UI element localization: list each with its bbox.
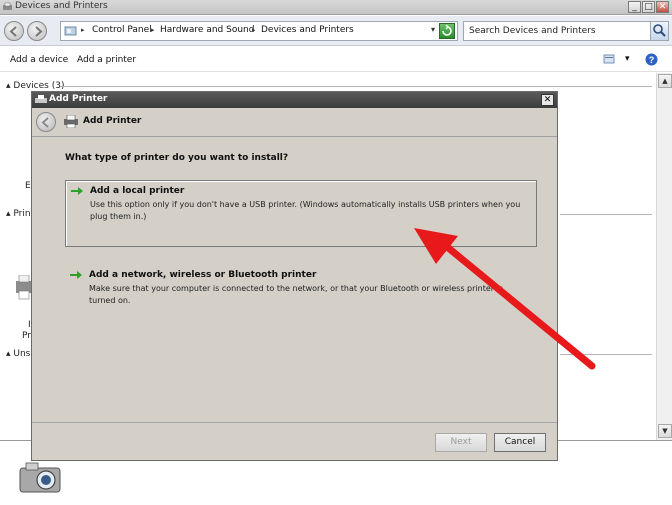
dialog-close-button[interactable]: ✕ xyxy=(541,94,554,106)
option-description: Make sure that your computer is connecte… xyxy=(89,284,503,305)
camera-device-icon xyxy=(19,462,61,493)
header-divider xyxy=(32,136,557,137)
scroll-down-button[interactable]: ▼ xyxy=(658,424,672,438)
chevron-right-icon: ▸ xyxy=(151,26,155,34)
command-bar: Add a device Add a printer ▾ ? xyxy=(0,47,672,72)
add-a-printer-button[interactable]: Add a printer xyxy=(77,55,136,65)
option-title: Add a local printer xyxy=(90,186,185,196)
green-arrow-icon xyxy=(71,187,83,195)
printer-icon xyxy=(64,115,78,128)
group-unspecified-label: Uns xyxy=(13,349,31,359)
printer-icon xyxy=(35,95,47,103)
group-printers-header[interactable]: ▴ Prin xyxy=(6,209,31,219)
group-divider xyxy=(560,354,652,355)
minimize-button[interactable]: _ xyxy=(628,1,641,13)
forward-button[interactable] xyxy=(27,21,47,41)
control-panel-icon xyxy=(64,26,77,36)
svg-text:?: ? xyxy=(649,55,655,65)
back-arrow-icon xyxy=(41,117,49,128)
add-a-device-button[interactable]: Add a device xyxy=(10,55,68,65)
search-placeholder: Search Devices and Printers xyxy=(469,26,596,36)
next-button[interactable]: Next xyxy=(435,433,487,452)
maximize-button[interactable]: □ xyxy=(642,1,655,13)
forward-arrow-icon xyxy=(35,26,43,37)
help-icon[interactable]: ? xyxy=(645,53,658,66)
breadcrumb-control-panel[interactable]: Control Panel xyxy=(92,25,152,35)
wizard-header: Add Printer xyxy=(32,108,557,136)
group-unspecified-header[interactable]: ▴ Uns xyxy=(6,349,30,359)
refresh-button[interactable] xyxy=(439,23,455,39)
back-button[interactable] xyxy=(4,21,24,41)
printer-device-icon[interactable] xyxy=(16,275,32,301)
dialog-title: Add Printer xyxy=(49,94,108,104)
devices-printers-icon xyxy=(3,2,12,10)
wizard-back-button[interactable] xyxy=(36,112,56,132)
vertical-scrollbar[interactable]: ▲ ▼ xyxy=(656,73,672,440)
group-divider xyxy=(560,214,652,215)
search-input[interactable]: Search Devices and Printers xyxy=(463,21,669,41)
footer-divider xyxy=(32,422,557,423)
breadcrumb-devices-and-printers[interactable]: Devices and Printers xyxy=(261,25,354,35)
breadcrumb-hardware-and-sound[interactable]: Hardware and Sound xyxy=(160,25,254,35)
option-description: Use this option only if you don't have a… xyxy=(90,200,521,221)
search-button[interactable] xyxy=(650,22,668,40)
back-arrow-icon xyxy=(9,26,17,37)
add-printer-dialog: Add Printer ✕ Add Printer What type of p… xyxy=(31,91,558,461)
address-bar[interactable]: ▸ Control Panel ▸ Hardware and Sound ▸ D… xyxy=(60,21,458,41)
group-devices-header[interactable]: ▴ Devices (3) xyxy=(6,81,64,91)
group-printers-label: Prin xyxy=(13,209,31,219)
add-local-printer-option[interactable]: Add a local printer Use this option only… xyxy=(65,180,537,247)
scroll-up-button[interactable]: ▲ xyxy=(658,74,672,88)
device-label-partial: E xyxy=(25,181,31,191)
chevron-right-icon: ▸ xyxy=(81,26,85,34)
search-icon xyxy=(653,24,666,37)
printer-label-partial: Pr xyxy=(22,331,31,341)
cancel-button[interactable]: Cancel xyxy=(494,433,546,452)
group-divider xyxy=(60,86,652,87)
chevron-right-icon: ▸ xyxy=(252,26,256,34)
navigation-bar: ▸ Control Panel ▸ Hardware and Sound ▸ D… xyxy=(0,16,672,46)
view-dropdown-icon[interactable]: ▾ xyxy=(625,54,630,64)
add-network-printer-option[interactable]: Add a network, wireless or Bluetooth pri… xyxy=(65,265,537,313)
title-bar: Devices and Printers _ □ ✕ xyxy=(0,0,672,15)
refresh-icon xyxy=(442,24,452,36)
group-devices-label: Devices (3) xyxy=(13,81,65,91)
window-title: Devices and Printers xyxy=(15,1,108,11)
green-arrow-icon xyxy=(70,271,82,279)
wizard-title: Add Printer xyxy=(83,116,142,126)
close-window-button[interactable]: ✕ xyxy=(656,1,669,13)
address-dropdown-icon[interactable]: ▾ xyxy=(431,25,435,34)
dialog-title-bar: Add Printer ✕ xyxy=(32,92,557,108)
view-options-icon[interactable] xyxy=(603,54,615,64)
option-title: Add a network, wireless or Bluetooth pri… xyxy=(89,270,317,280)
wizard-question: What type of printer do you want to inst… xyxy=(65,153,289,163)
